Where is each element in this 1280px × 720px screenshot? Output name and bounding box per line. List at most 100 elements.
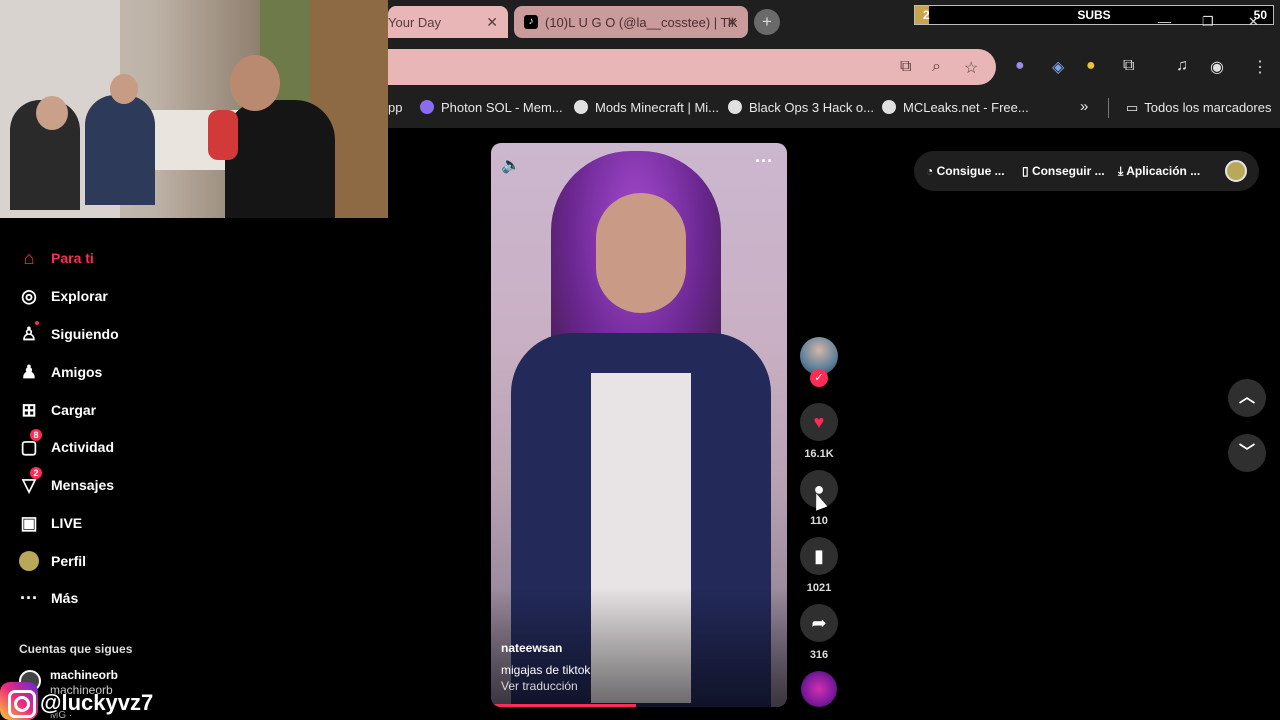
bookmark-label: Mods Minecraft | Mi... [595, 100, 720, 115]
close-icon[interactable]: ✕ [726, 14, 738, 31]
video-author[interactable]: nateewsan [501, 641, 562, 655]
previous-video-button[interactable]: ︿ [1228, 379, 1266, 417]
music-disc[interactable] [801, 671, 837, 707]
coin-icon: ◔ [926, 164, 937, 178]
get-app-button[interactable]: ▯ Conseguir ... [1022, 164, 1105, 178]
bookmark-favicon-icon [574, 100, 588, 114]
save-button[interactable]: ▮ [800, 537, 838, 575]
instagram-handle: @luckyvz7 [40, 690, 154, 715]
bookmark-item[interactable]: Mods Minecraft | Mi... [574, 100, 719, 115]
phone-icon: ▯ [1022, 164, 1032, 178]
download-icon: ⤓ [1118, 164, 1127, 178]
star-icon[interactable]: ☆ [964, 58, 978, 78]
color-extension-icon[interactable]: ● [1086, 57, 1096, 75]
activity-badge: 8 [30, 429, 42, 441]
tab-your-day[interactable]: Your Day ✕ [388, 6, 508, 38]
media-icon[interactable]: ♫ [1176, 57, 1188, 75]
video-caption: migajas de tiktok [501, 663, 591, 677]
bookmark-icon: ▮ [814, 545, 824, 566]
share-button[interactable]: ➦ [800, 604, 838, 642]
translate-link[interactable]: Ver traducción [501, 679, 578, 693]
get-app-bar: ◔ Consigue ... ▯ Conseguir ... ⤓ Aplicac… [914, 151, 1259, 191]
share-icon: ➦ [811, 612, 827, 633]
profile-avatar-icon[interactable]: ◉ [1210, 57, 1224, 77]
bookmarks-overflow-icon[interactable]: » [1080, 98, 1088, 115]
friends-icon: ♟ [20, 361, 38, 382]
notification-dot [35, 321, 39, 325]
following-account-name[interactable]: machineorb [50, 668, 118, 682]
more-options-icon[interactable]: ··· [755, 151, 773, 172]
sidebar-item-label: Cargar [51, 402, 97, 418]
minimize-icon[interactable]: — [1158, 14, 1171, 29]
next-video-button[interactable]: ﹀ [1228, 434, 1266, 472]
sidebar-item-label: Amigos [51, 364, 103, 380]
like-button[interactable]: ♥ [800, 403, 838, 441]
pill-label: Aplicación ... [1126, 164, 1201, 178]
folder-icon: ▭ [1126, 100, 1139, 115]
video-progress-bar[interactable] [491, 704, 637, 707]
bookmark-item[interactable]: MCLeaks.net - Free... [882, 100, 1029, 115]
close-window-icon[interactable]: ✕ [1248, 14, 1259, 30]
video-frame-face [596, 193, 686, 313]
heart-icon: ♥ [813, 411, 825, 432]
sidebar-item-live[interactable]: ▣ LIVE [18, 511, 82, 535]
restore-icon[interactable]: ❐ [1202, 14, 1214, 30]
get-coins-button[interactable]: ◔ Consigue ... [926, 164, 1005, 178]
volume-icon[interactable]: 🔈 [501, 155, 521, 175]
sidebar-item-explorar[interactable]: ◎ Explorar [18, 284, 108, 308]
upload-icon: ⊞ [21, 399, 37, 420]
extensions-icon[interactable]: ⧉ [1123, 57, 1134, 75]
zoom-icon[interactable]: ⌕ [932, 58, 941, 76]
bookmark-label: MCLeaks.net - Free... [903, 100, 1029, 115]
new-tab-button[interactable]: + [754, 9, 780, 35]
live-icon: ▣ [20, 512, 38, 533]
bookmark-item[interactable]: pp [388, 100, 402, 115]
sidebar-item-actividad[interactable]: ▢ 8 Actividad [18, 429, 115, 459]
sidebar-item-label: Más [51, 590, 79, 606]
messages-icon: ▽ 2 [18, 467, 42, 496]
shield-icon[interactable]: ◈ [1052, 57, 1064, 77]
sidebar-item-para-ti[interactable]: ⌂ Para ti [18, 246, 94, 270]
bookmark-item[interactable]: Black Ops 3 Hack o... [728, 100, 874, 115]
download-app-button[interactable]: ⤓ Aplicación ... [1118, 164, 1200, 179]
sidebar-item-label: Mensajes [51, 477, 115, 493]
subs-label: SUBS [1077, 8, 1111, 22]
bookmark-favicon-icon [728, 100, 742, 114]
following-icon: ♙ [18, 321, 40, 345]
tab-tiktok[interactable]: ♪ (10)L U G O (@la__cosstee) | Tik ✕ [514, 6, 748, 38]
bookmark-favicon-icon [420, 100, 434, 114]
pill-label: Conseguir ... [1031, 164, 1105, 178]
sidebar-item-siguiendo[interactable]: ♙ Siguiendo [18, 321, 119, 346]
install-icon[interactable]: ⧉ [900, 58, 911, 76]
menu-icon[interactable]: ⋮ [1252, 57, 1268, 77]
sidebar-item-perfil[interactable]: Perfil [18, 549, 86, 573]
pill-label: Consigue ... [936, 164, 1005, 178]
more-icon: ··· [20, 587, 38, 608]
sidebar-item-mas[interactable]: ··· Más [18, 586, 78, 610]
bookmarks-divider [1108, 98, 1109, 118]
sidebar-item-label: Actividad [51, 439, 115, 455]
sidebar-item-mensajes[interactable]: ▽ 2 Mensajes [18, 467, 115, 497]
bookmark-item[interactable]: Photon SOL - Mem... [420, 100, 563, 115]
close-icon[interactable]: ✕ [486, 14, 498, 31]
bookmark-label: Photon SOL - Mem... [441, 100, 563, 115]
tiktok-icon: ♪ [524, 15, 538, 29]
following-heading: Cuentas que sigues [19, 642, 133, 656]
bookmark-label: Black Ops 3 Hack o... [749, 100, 874, 115]
sidebar-item-cargar[interactable]: ⊞ Cargar [18, 398, 96, 422]
avatar[interactable] [1225, 160, 1247, 182]
sidebar-item-label: Para ti [51, 250, 94, 266]
tab-title: (10)L U G O (@la__cosstee) | Tik [545, 14, 738, 30]
compass-icon: ◎ [21, 285, 37, 306]
check-icon[interactable]: ✓ [810, 369, 828, 387]
extension-icon[interactable]: ● [1015, 57, 1025, 75]
messages-badge: 2 [30, 467, 42, 479]
all-bookmarks-button[interactable]: ▭ Todos los marcadores [1126, 100, 1271, 116]
profile-icon [18, 550, 40, 572]
chevron-down-icon: ﹀ [1238, 444, 1255, 461]
sidebar-item-label: Siguiendo [51, 326, 119, 342]
video-player[interactable]: 🔈 ··· nateewsan migajas de tiktok Ver tr… [491, 143, 787, 707]
sidebar-item-amigos[interactable]: ♟ Amigos [18, 360, 102, 384]
activity-icon: ▢ 8 [18, 429, 42, 458]
sidebar-item-label: Perfil [51, 553, 87, 569]
